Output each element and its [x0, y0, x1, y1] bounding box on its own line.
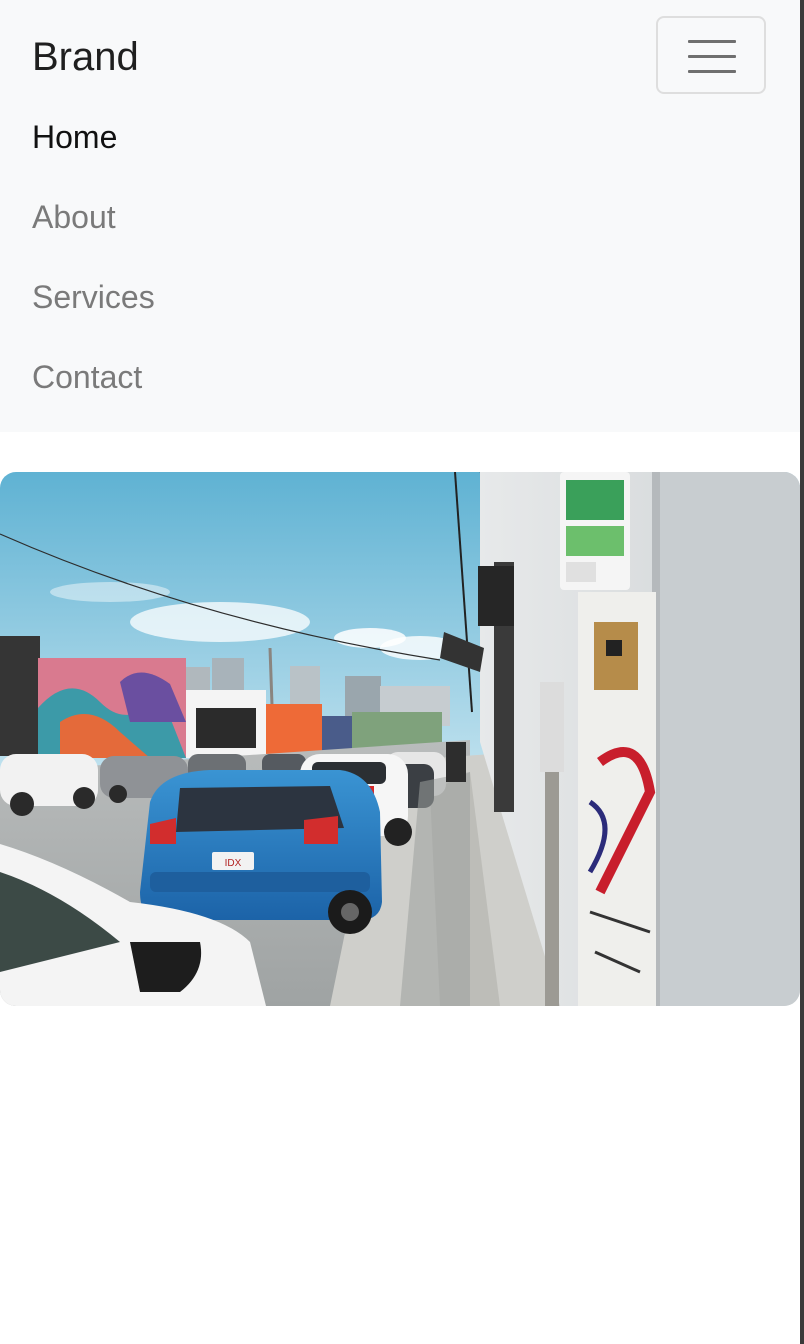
- nav-item-services: Services: [32, 270, 155, 350]
- nav-menu: Home About Services Contact: [32, 110, 155, 430]
- nav-item-contact: Contact: [32, 350, 155, 430]
- nav-item-about: About: [32, 190, 155, 270]
- window-edge: [800, 0, 804, 1344]
- page: Brand Home About Services Contact IDX: [0, 0, 800, 1344]
- nav-link-services[interactable]: Services: [32, 270, 155, 350]
- street-scene-photo: IDX: [0, 472, 800, 1006]
- nav-link-home[interactable]: Home: [32, 110, 155, 190]
- nav-link-about[interactable]: About: [32, 190, 155, 270]
- nav-link-contact[interactable]: Contact: [32, 350, 155, 430]
- brand-link[interactable]: Brand: [32, 34, 139, 80]
- svg-text:IDX: IDX: [225, 858, 242, 869]
- navbar-toggler-button[interactable]: [656, 16, 766, 94]
- nav-item-home: Home: [32, 110, 155, 190]
- navbar: Brand Home About Services Contact: [0, 0, 800, 432]
